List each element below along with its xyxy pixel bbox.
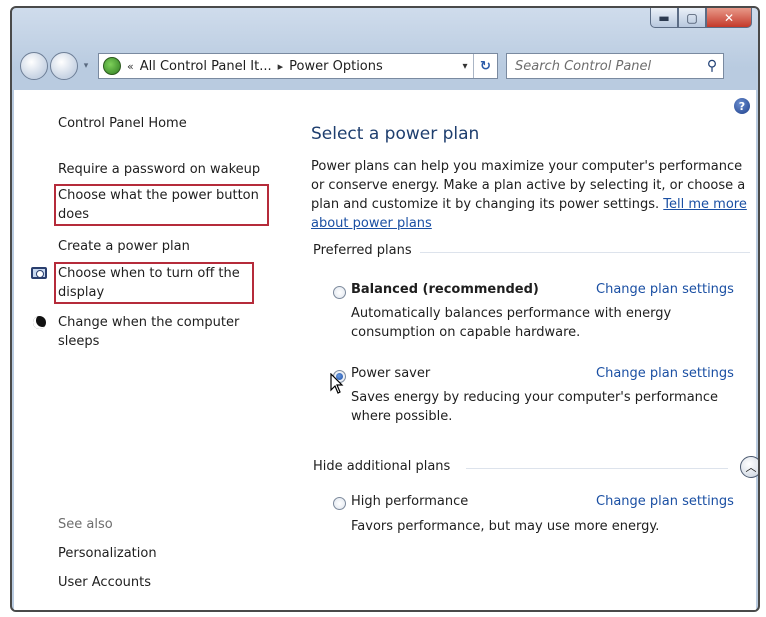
help-icon[interactable]: ? [734,98,750,114]
personalization-link[interactable]: Personalization [58,544,157,563]
see-also-label: See also [58,517,113,532]
breadcrumb-power-options[interactable]: Power Options [289,59,383,74]
page-description: Power plans can help you maximize your c… [311,157,756,233]
recent-pages-dropdown-icon[interactable]: ▾ [80,61,92,71]
power-saver-plan-name[interactable]: Power saver [351,366,430,381]
content-area: Control Panel Home Require a password on… [14,90,758,610]
maximize-icon[interactable]: ▢ [678,8,706,28]
hide-additional-plans-label[interactable]: Hide additional plans [313,459,450,474]
computer-sleeps-link[interactable]: Change when the computer sleeps [58,313,258,351]
address-dropdown-icon[interactable]: ▾ [457,61,473,72]
minimize-icon[interactable]: ▬ [650,8,678,28]
mouse-cursor-icon [330,373,344,394]
address-bar[interactable]: « All Control Panel It... ▸ Power Option… [98,53,498,79]
caption-buttons: ▬ ▢ ✕ [650,8,752,28]
create-power-plan-link[interactable]: Create a power plan [58,237,190,256]
refresh-icon[interactable]: ↻ [473,54,497,78]
search-placeholder: Search Control Panel [515,58,652,74]
balanced-plan-name[interactable]: Balanced (recommended) [351,282,539,297]
additional-plans-divider [466,468,728,469]
monitor-icon [30,265,48,281]
main-pane: ? Select a power plan Power plans can he… [270,90,758,610]
control-panel-window: ▬ ▢ ✕ ▾ « All Control Panel It... ▸ Powe… [10,6,760,612]
breadcrumb-all-control-panel[interactable]: All Control Panel It... [140,59,272,74]
preferred-plans-heading: Preferred plans [313,243,412,258]
high-performance-plan-description: Favors performance, but may use more ene… [351,519,660,534]
power-button-link[interactable]: Choose what the power button does [54,184,269,226]
high-performance-radio[interactable] [333,497,346,510]
require-password-link[interactable]: Require a password on wakeup [58,160,260,179]
task-pane: Control Panel Home Require a password on… [14,90,270,610]
preferred-plans-divider [420,252,750,253]
breadcrumb-separator-icon[interactable]: ▸ [278,60,284,73]
search-input[interactable]: Search Control Panel ⚲ [506,53,724,79]
high-performance-plan-name[interactable]: High performance [351,494,468,509]
forward-button[interactable] [50,52,78,80]
back-button[interactable] [20,52,48,80]
navigation-bar: ▾ « All Control Panel It... ▸ Power Opti… [20,48,754,84]
power-saver-change-settings-link[interactable]: Change plan settings [596,366,734,381]
search-icon[interactable]: ⚲ [701,58,723,74]
balanced-radio[interactable] [333,286,346,299]
page-title: Select a power plan [311,124,480,144]
high-performance-change-settings-link[interactable]: Change plan settings [596,494,734,509]
close-icon[interactable]: ✕ [706,8,752,28]
collapse-icon[interactable]: ︿ [740,456,758,478]
moon-icon [30,314,48,330]
address-chevrons[interactable]: « [127,60,134,73]
user-accounts-link[interactable]: User Accounts [58,573,151,592]
power-saver-plan-description: Saves energy by reducing your computer's… [351,390,719,424]
control-panel-home-link[interactable]: Control Panel Home [58,114,187,133]
control-panel-icon [103,57,121,75]
balanced-change-settings-link[interactable]: Change plan settings [596,282,734,297]
balanced-plan-description: Automatically balances performance with … [351,306,672,340]
turn-off-display-link[interactable]: Choose when to turn off the display [54,262,254,304]
